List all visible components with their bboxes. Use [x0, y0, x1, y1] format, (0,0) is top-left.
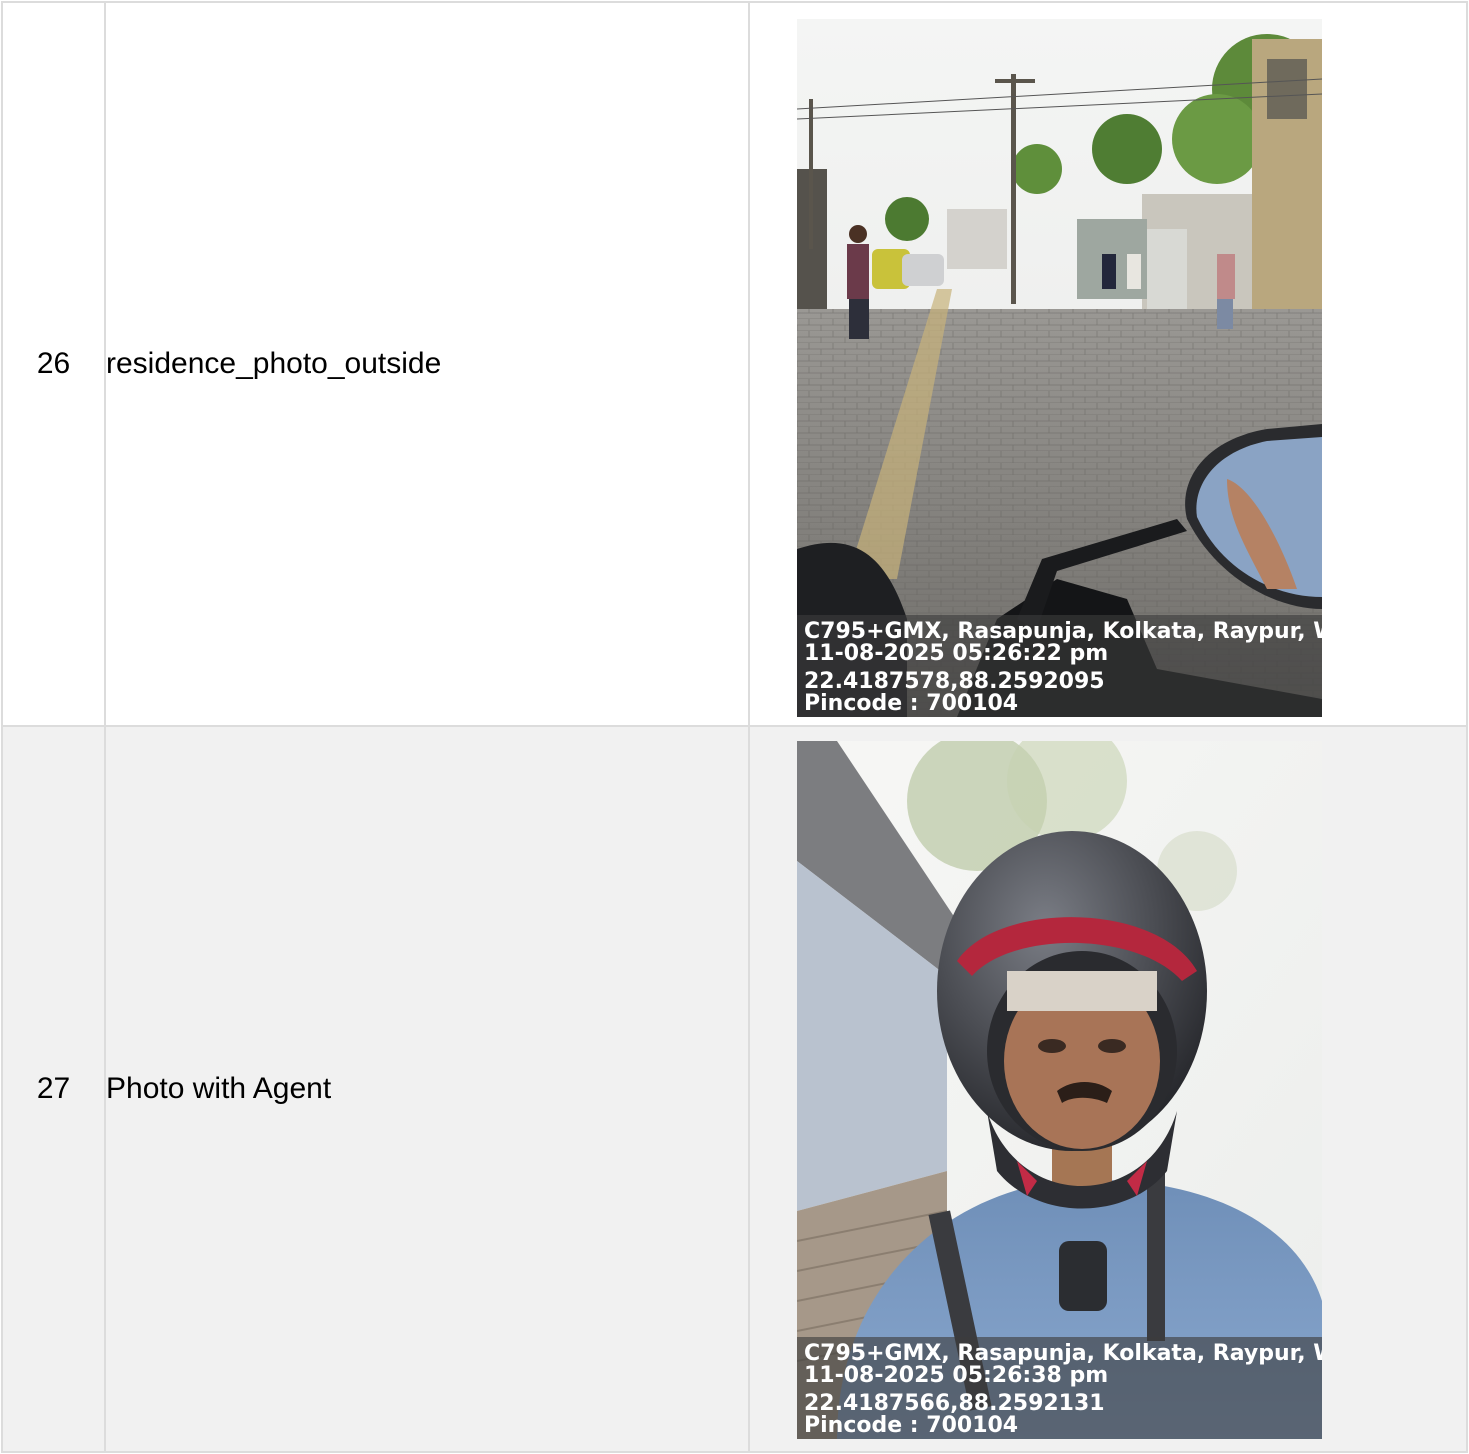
photo-geotag-stamp: C795+GMX, Rasapunja, Kolkata, Raypur, We…	[797, 1337, 1322, 1439]
stamp-datetime: 11-08-2025 05:26:22 pm	[804, 641, 1109, 666]
photo-cell: C795+GMX, Rasapunja, Kolkata, Raypur, We…	[748, 725, 1468, 1453]
table-row: 27 Photo with Agent C795+GMX, Rasapunja,…	[1, 725, 1468, 1453]
stamp-datetime: 11-08-2025 05:26:38 pm	[804, 1363, 1109, 1388]
table-row: 26 residence_photo_outside C795+GMX, Ras…	[1, 1, 1468, 727]
stamp-pincode: Pincode : 700104	[804, 691, 1019, 716]
agent-selfie-image	[797, 741, 1322, 1439]
photo-table: 26 residence_photo_outside C795+GMX, Ras…	[1, 1, 1468, 1453]
stamp-address: C795+GMX, Rasapunja, Kolkata, Raypur, We…	[804, 1341, 1322, 1366]
stamp-address: C795+GMX, Rasapunja, Kolkata, Raypur, We…	[804, 619, 1322, 644]
row-number: 27	[1, 725, 106, 1453]
row-number: 26	[1, 1, 106, 727]
stamp-coordinates: 22.4187566,88.2592131	[804, 1391, 1105, 1416]
stamp-pincode: Pincode : 700104	[804, 1413, 1019, 1438]
row-label: residence_photo_outside	[104, 1, 750, 727]
row-label: Photo with Agent	[104, 725, 750, 1453]
photo-cell: C795+GMX, Rasapunja, Kolkata, Raypur, We…	[748, 1, 1468, 727]
photo-geotag-stamp: C795+GMX, Rasapunja, Kolkata, Raypur, We…	[797, 615, 1322, 717]
residence-photo[interactable]: C795+GMX, Rasapunja, Kolkata, Raypur, We…	[797, 19, 1322, 717]
stamp-coordinates: 22.4187578,88.2592095	[804, 669, 1105, 694]
street-scene-image	[797, 19, 1322, 717]
agent-selfie-photo[interactable]: C795+GMX, Rasapunja, Kolkata, Raypur, We…	[797, 741, 1322, 1439]
